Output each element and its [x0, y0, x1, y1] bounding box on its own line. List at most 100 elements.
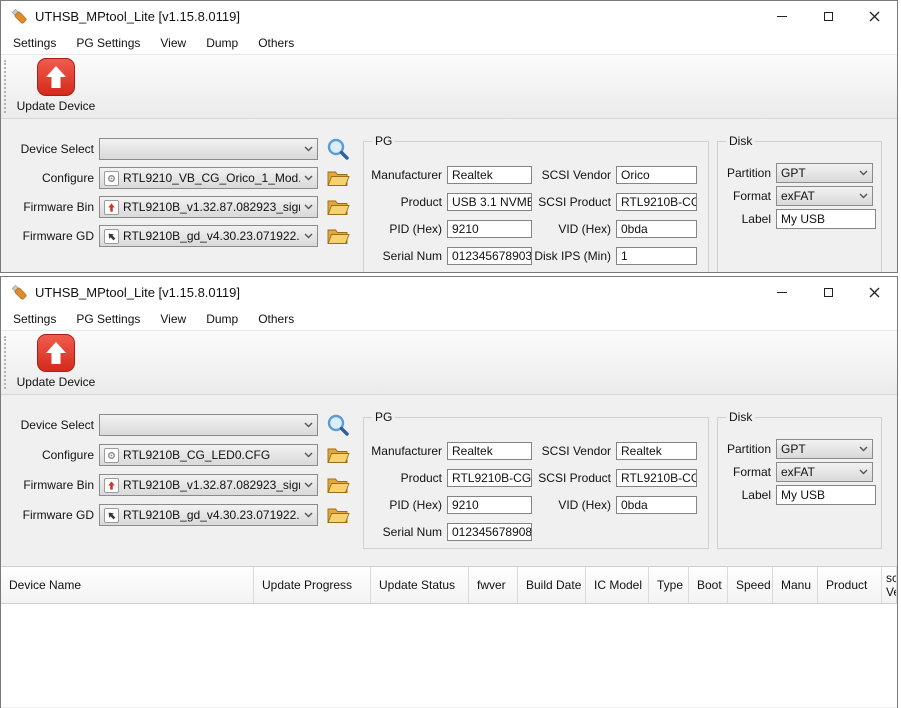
manufacturer-label: Manufacturer	[366, 166, 442, 184]
menu-settings[interactable]: Settings	[3, 32, 66, 54]
column-header-product[interactable]: Product	[818, 567, 882, 603]
titlebar[interactable]: UTHSB_MPtool_Lite [v1.15.8.0119]	[1, 277, 897, 307]
column-header-update-status[interactable]: Update Status	[371, 567, 469, 603]
column-header-manu[interactable]: Manu	[773, 567, 818, 603]
menu-others[interactable]: Others	[248, 32, 304, 54]
column-header-boot[interactable]: Boot	[689, 567, 728, 603]
browse-firmware-gd-button[interactable]	[325, 503, 351, 527]
toolbar-grip[interactable]	[4, 336, 6, 389]
folder-icon	[327, 476, 350, 494]
firmware-bin-label: Firmware Bin	[6, 196, 94, 218]
device-select-label: Device Select	[6, 138, 94, 160]
chevron-down-icon	[300, 175, 313, 181]
partition-combobox[interactable]: GPT	[776, 163, 873, 183]
chevron-down-icon	[300, 512, 313, 518]
firmware-gd-combobox[interactable]: RTL9210B_gd_v4.30.23.071922.bin	[99, 504, 318, 526]
format-combobox[interactable]: exFAT	[776, 462, 873, 482]
format-label: Format	[720, 462, 771, 482]
disk-ips-field[interactable]: 1	[616, 247, 697, 265]
minimize-icon	[777, 292, 787, 293]
firmware-gd-label: Firmware GD	[6, 504, 94, 526]
column-header-build-date[interactable]: Build Date	[518, 567, 586, 603]
volume-label-field[interactable]: My USB	[776, 209, 876, 229]
chevron-down-icon	[855, 469, 868, 475]
browse-configure-button[interactable]	[325, 443, 351, 467]
toolbar-grip[interactable]	[4, 60, 6, 113]
partition-label: Partition	[720, 439, 771, 459]
window-title: UTHSB_MPtool_Lite [v1.15.8.0119]	[35, 285, 240, 300]
close-icon	[869, 287, 880, 298]
browse-firmware-bin-button[interactable]	[325, 195, 351, 219]
folder-icon	[327, 198, 350, 216]
column-header-type[interactable]: Type	[649, 567, 689, 603]
menu-pg-settings[interactable]: PG Settings	[66, 32, 150, 54]
menu-view[interactable]: View	[150, 308, 196, 330]
configure-label: Configure	[6, 167, 94, 189]
chevron-down-icon	[300, 422, 313, 428]
column-header-fwver[interactable]: fwver	[469, 567, 518, 603]
scsi-product-field[interactable]: RTL9210B-CG	[616, 469, 697, 487]
browse-firmware-bin-button[interactable]	[325, 473, 351, 497]
serial-num-field[interactable]: 012345678908	[447, 523, 532, 541]
search-devices-button[interactable]	[325, 137, 351, 161]
close-button[interactable]	[851, 277, 897, 307]
scsi-vendor-field[interactable]: Orico	[616, 166, 697, 184]
pg-group: PG Manufacturer Realtek SCSI Vendor Real…	[363, 417, 709, 549]
folder-icon	[327, 446, 350, 464]
browse-firmware-gd-button[interactable]	[325, 224, 351, 248]
scsi-product-field[interactable]: RTL9210B-CG	[616, 193, 697, 211]
volume-label-field[interactable]: My USB	[776, 485, 876, 505]
format-combobox[interactable]: exFAT	[776, 186, 873, 206]
firmware-gd-file-icon	[104, 229, 119, 244]
close-button[interactable]	[851, 1, 897, 31]
search-icon	[326, 413, 350, 437]
scsi-vendor-field[interactable]: Realtek	[616, 442, 697, 460]
partition-combobox[interactable]: GPT	[776, 439, 873, 459]
disk-ips-label: Disk IPS (Min)	[492, 247, 611, 265]
firmware-bin-combobox[interactable]: RTL9210B_v1.32.87.082923_signed.	[99, 474, 318, 496]
column-header-speed[interactable]: Speed	[728, 567, 773, 603]
column-header-device-name[interactable]: Device Name	[1, 567, 254, 603]
volume-label-label: Label	[720, 485, 771, 505]
firmware-bin-label: Firmware Bin	[6, 474, 94, 496]
menu-dump[interactable]: Dump	[196, 32, 248, 54]
menu-settings[interactable]: Settings	[3, 308, 66, 330]
titlebar[interactable]: UTHSB_MPtool_Lite [v1.15.8.0119]	[1, 1, 897, 31]
configure-combobox[interactable]: RTL9210_VB_CG_Orico_1_Mod.cfg	[99, 167, 318, 189]
serial-num-label: Serial Num	[366, 523, 442, 541]
pg-group: PG Manufacturer Realtek SCSI Vendor Oric…	[363, 141, 709, 273]
menu-others[interactable]: Others	[248, 308, 304, 330]
search-devices-button[interactable]	[325, 413, 351, 437]
serial-num-label: Serial Num	[366, 247, 442, 265]
minimize-button[interactable]	[759, 277, 805, 307]
column-header-ic-model[interactable]: IC Model	[586, 567, 649, 603]
search-icon	[326, 137, 350, 161]
browse-configure-button[interactable]	[325, 166, 351, 190]
configure-combobox[interactable]: RTL9210B_CG_LED0.CFG	[99, 444, 318, 466]
folder-icon	[327, 506, 350, 524]
vid-hex-field[interactable]: 0bda	[616, 220, 697, 238]
device-table-body[interactable]	[1, 604, 897, 707]
maximize-button[interactable]	[805, 1, 851, 31]
device-select-combobox[interactable]	[99, 414, 318, 436]
firmware-gd-combobox[interactable]: RTL9210B_gd_v4.30.23.071922.bin	[99, 225, 318, 247]
column-header-scsi-ven[interactable]: scsi Ven	[882, 567, 897, 603]
vid-hex-field[interactable]: 0bda	[616, 496, 697, 514]
column-header-update-progress[interactable]: Update Progress	[254, 567, 371, 603]
firmware-bin-combobox[interactable]: RTL9210B_v1.32.87.082923_signed.	[99, 196, 318, 218]
config-file-icon	[104, 448, 119, 463]
maximize-button[interactable]	[805, 277, 851, 307]
menu-pg-settings[interactable]: PG Settings	[66, 308, 150, 330]
window-2: UTHSB_MPtool_Lite [v1.15.8.0119] Setting…	[0, 276, 898, 708]
menu-dump[interactable]: Dump	[196, 308, 248, 330]
update-device-icon	[37, 334, 75, 372]
menu-view[interactable]: View	[150, 32, 196, 54]
vid-hex-label: VID (Hex)	[492, 220, 611, 238]
disk-group-title: Disk	[726, 410, 755, 424]
update-device-button[interactable]: Update Device	[13, 58, 99, 113]
minimize-button[interactable]	[759, 1, 805, 31]
product-label: Product	[366, 469, 442, 487]
device-select-combobox[interactable]	[99, 138, 318, 160]
update-device-button[interactable]: Update Device	[13, 334, 99, 389]
scsi-product-label: SCSI Product	[492, 193, 611, 211]
